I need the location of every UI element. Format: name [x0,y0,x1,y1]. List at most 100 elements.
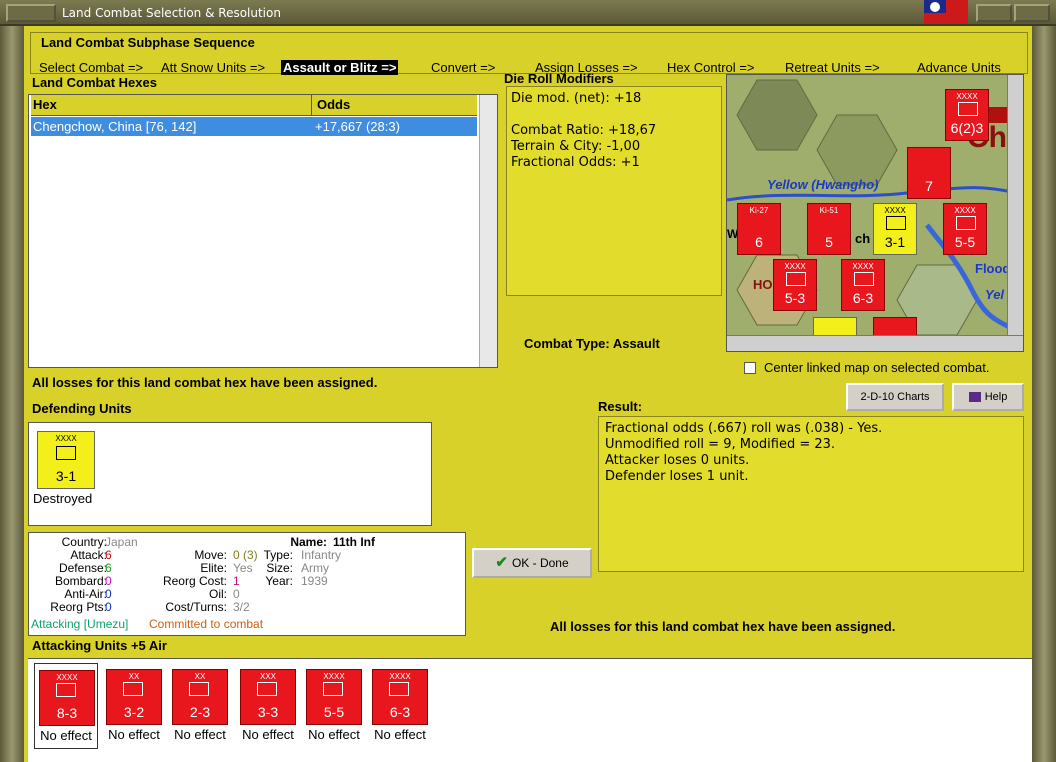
column-header-hex[interactable]: Hex [33,97,57,112]
linked-map[interactable]: Yellow (Hwangho) Flood Yel Ch HO Wa ch X… [726,74,1024,352]
defense-label: Defense: [58,561,107,575]
attacking-units-title: Attacking Units +5 Air [32,638,167,653]
attack-value: 6 [105,548,112,562]
map-counter[interactable]: XXXX 5-3 [773,259,817,311]
ok-done-button[interactable]: ✔ OK - Done [472,548,592,578]
defending-unit-counter[interactable]: XXXX 3-1 [37,431,95,489]
map-label-ch: ch [855,231,871,246]
map-counter[interactable]: XXXX 6-3 [841,259,885,311]
unit-counter[interactable]: XXXX 6-3 [372,669,428,725]
column-divider [311,95,312,116]
step-assault-or-blitz[interactable]: Assault or Blitz => [281,60,399,75]
flag-canton [924,0,946,13]
unit-status: No effect [374,727,426,742]
defending-unit-status: Destroyed [33,491,93,506]
reorg-cost-value: 1 [233,574,240,588]
country-value: Japan [105,535,138,549]
map-vertical-scrollbar[interactable] [1007,75,1023,337]
attacking-unit-slot[interactable]: XXXX 8-3 No effect [34,663,98,749]
year-value: 1939 [301,574,328,588]
center-map-checkbox[interactable] [744,362,756,374]
name-label: Name: [290,535,327,549]
title-bar: Land Combat Selection & Resolution [0,0,1056,26]
unit-counter[interactable]: XX 3-2 [106,669,162,725]
step-convert[interactable]: Convert => [431,60,495,75]
drm-line: Fractional Odds: +1 [511,155,640,170]
hexes-section-title: Land Combat Hexes [32,75,157,90]
unit-counter[interactable]: XX 2-3 [172,669,228,725]
checkmark-icon: ✔ [495,554,508,571]
nation-flag-icon [924,0,968,24]
drm-title: Die Roll Modifiers [504,71,614,86]
country-label: Country: [61,535,107,549]
help-button[interactable]: Help [952,383,1024,411]
map-label-flood: Flood [975,261,1011,276]
result-line: Unmodified roll = 9, Modified = 23. [605,437,836,452]
reorg-pts-label: Reorg Pts: [50,600,107,614]
oil-label: Oil: [209,587,227,601]
map-horizontal-scrollbar[interactable] [727,335,1023,351]
attack-label: Attack: [70,548,107,562]
committed-status: Committed to combat [149,617,264,631]
odds-cell: +17,667 (28:3) [315,119,400,134]
book-icon [968,392,981,403]
dialog-content: Land Combat Subphase Sequence Select Com… [24,26,1032,762]
die-roll-modifiers-panel: Die mod. (net): +18 Combat Ratio: +18,67… [506,86,722,296]
map-counter[interactable]: Ki-27 6 [737,203,781,255]
oil-value: 0 [233,587,240,601]
subphase-header: Land Combat Subphase Sequence [41,35,255,50]
unit-counter[interactable]: XXX 3-3 [240,669,296,725]
unit-size: XXXX [55,434,77,443]
combat-type-label: Combat Type: Assault [524,336,660,351]
unit-status: No effect [308,727,360,742]
losses-assigned-message: All losses for this land combat hex have… [32,375,378,390]
type-label: Type: [263,548,293,562]
result-line: Attacker loses 0 units. [605,453,750,468]
map-counter[interactable]: Ki-51 5 [807,203,851,255]
close-button[interactable] [1014,4,1050,22]
map-counter[interactable]: XXXX 6(2)3 [945,89,989,141]
unit-counter[interactable]: XXXX 5-5 [306,669,362,725]
attacking-units-box: XXXX 8-3 No effect XX 3-2 No effect XX 2-3 … [28,658,1032,762]
charts-button[interactable]: 2-D-10 Charts [846,383,944,411]
reorg-pts-value: 0 [105,600,112,614]
antiair-label: Anti-Air: [64,587,107,601]
drm-line: Terrain & City: -1,00 [511,139,641,154]
result-line: Fractional odds (.667) roll was (.038) -… [605,421,883,436]
step-retreat-units[interactable]: Retreat Units => [785,60,880,75]
unit-status: No effect [40,728,92,743]
map-counter-selected[interactable]: XXXX 3-1 [873,203,917,255]
unit-info-panel: Country: Japan Attack: 6 Defense: 6 Bomb… [28,532,466,636]
system-menu-button[interactable] [6,4,56,22]
size-label: Size: [266,561,293,575]
map-counter[interactable]: XXXX 5-5 [943,203,987,255]
step-hex-control[interactable]: Hex Control => [667,60,754,75]
window-frame-left [0,26,24,762]
name-value: 11th Inf [333,535,376,549]
unit-status: No effect [108,727,160,742]
hexes-table[interactable]: Hex Odds Chengchow, China [76, 142] +17,… [28,94,498,368]
table-row[interactable]: Chengchow, China [76, 142] +17,667 (28:3… [31,117,477,136]
map-label-yel: Yel [985,287,1005,302]
unit-counter[interactable]: XXXX 8-3 [39,670,95,726]
reorg-cost-label: Reorg Cost: [162,574,227,588]
flag-sun-icon [930,2,940,12]
column-header-odds[interactable]: Odds [317,97,350,112]
map-label-ho: HO [753,277,773,292]
map-counter[interactable]: 7 [907,147,951,199]
window-frame-right [1032,26,1056,762]
type-value: Infantry [301,548,342,562]
losses-assigned-message-2: All losses for this land combat hex have… [550,619,896,634]
subphase-sequence: Land Combat Subphase Sequence Select Com… [30,32,1028,75]
cost-turns-label: Cost/Turns: [165,600,227,614]
step-select-combat[interactable]: Select Combat => [39,60,143,75]
ok-label: OK - Done [511,556,569,570]
cost-turns-value: 3/2 [233,600,250,614]
result-panel: Fractional odds (.667) roll was (.038) -… [598,416,1024,572]
step-advance-units[interactable]: Advance Units [917,60,1001,75]
elite-value: Yes [233,561,253,575]
step-att-snow-units[interactable]: Att Snow Units => [161,60,265,75]
minimize-button[interactable] [976,4,1012,22]
vertical-scrollbar[interactable] [479,95,497,367]
defense-value: 6 [105,561,112,575]
